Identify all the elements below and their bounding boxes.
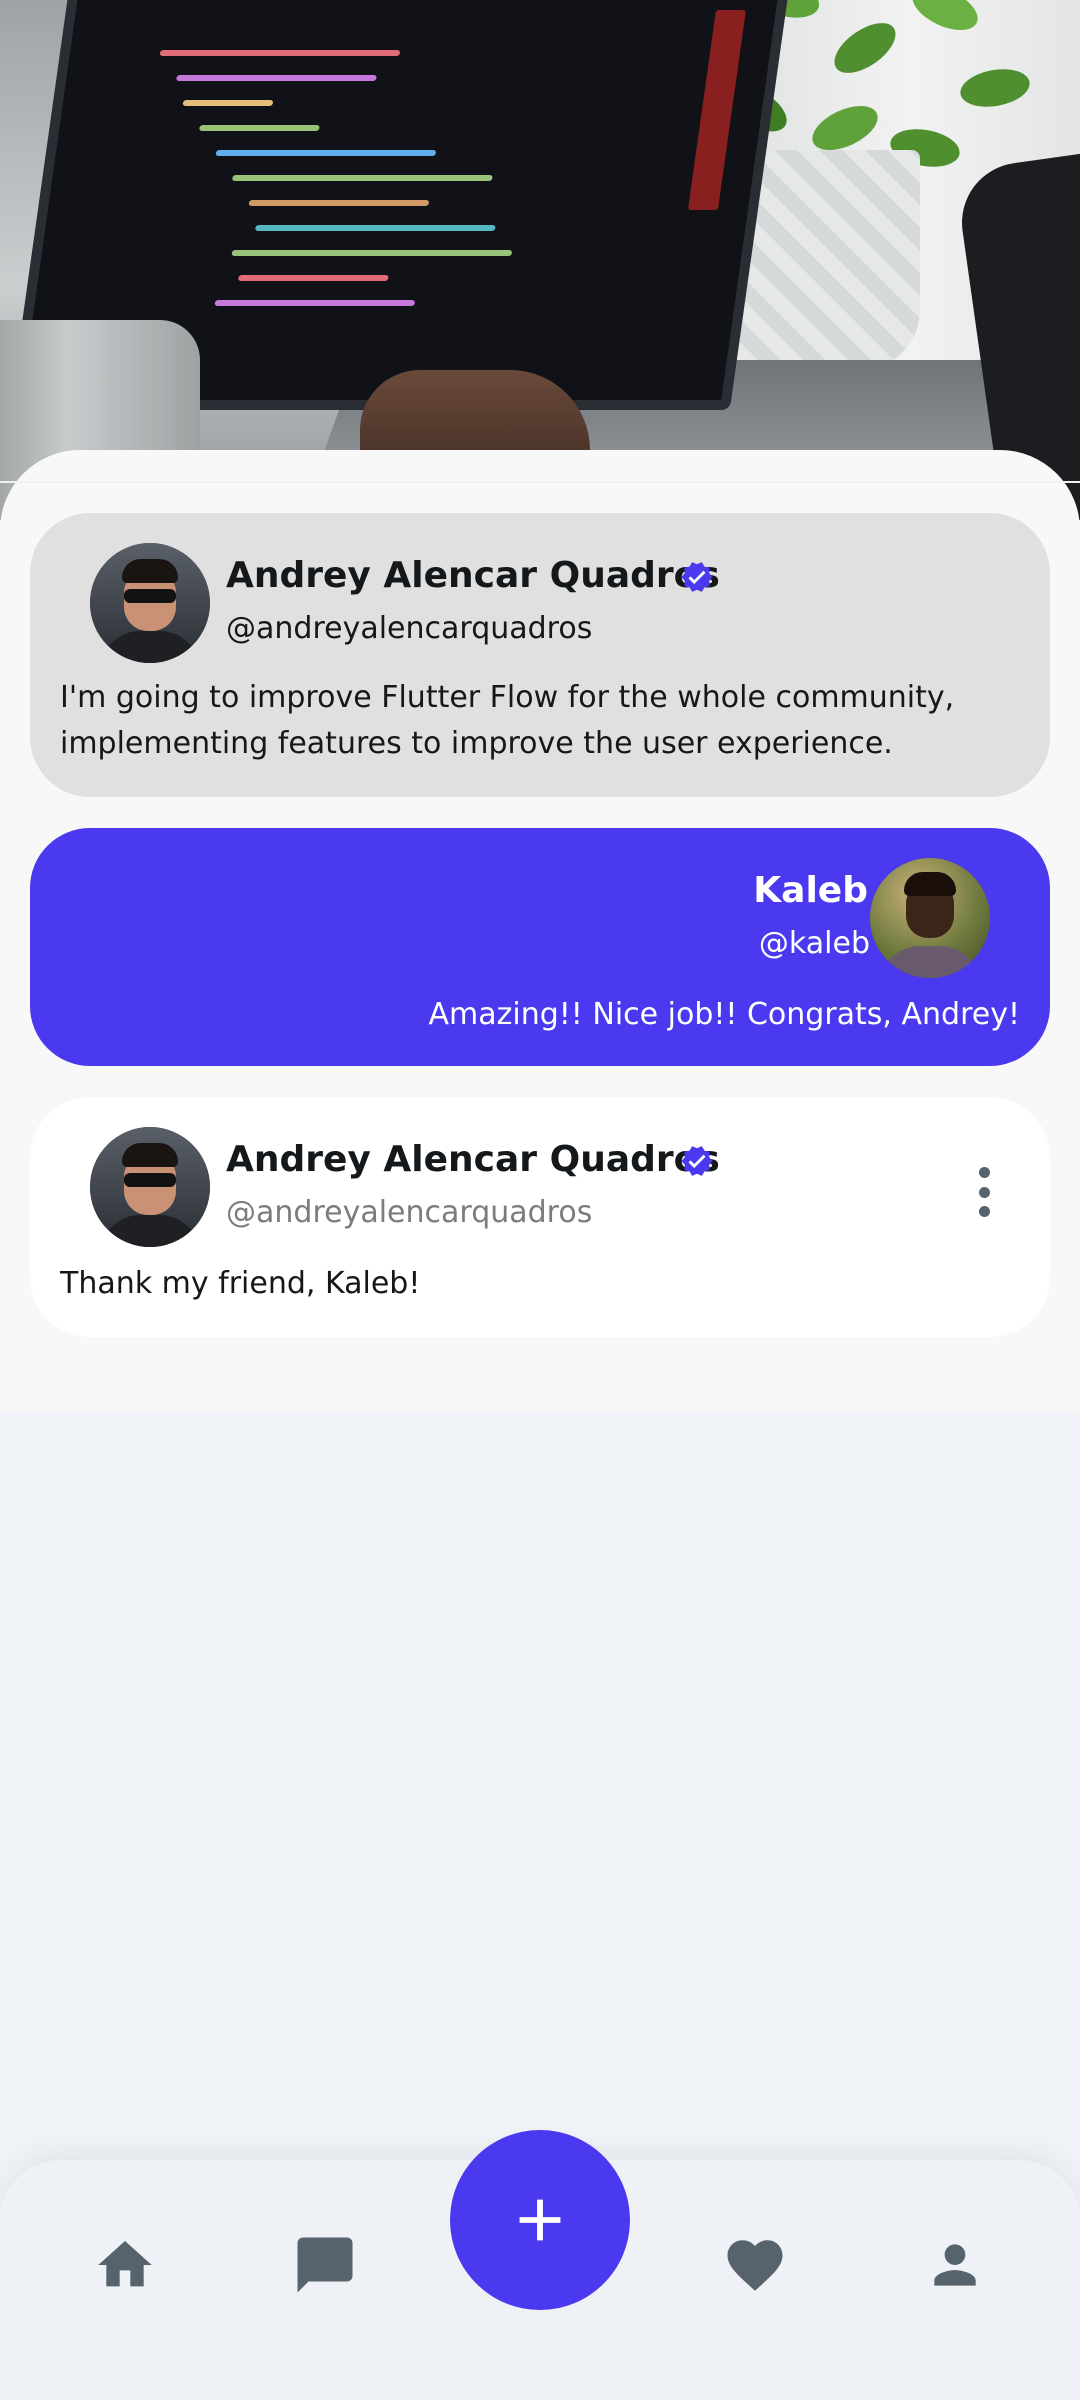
post-card[interactable]: Andrey Alencar Quadros @andreyalencarqua… xyxy=(30,513,1050,797)
post-card[interactable]: Andrey Alencar Quadros @andreyalencarqua… xyxy=(30,1097,1050,1337)
verified-badge-icon xyxy=(681,562,713,592)
chat-icon[interactable] xyxy=(290,2230,360,2300)
more-vertical-icon[interactable] xyxy=(974,1167,994,1217)
add-button[interactable] xyxy=(450,2130,630,2310)
post-author-name: Andrey Alencar Quadros xyxy=(226,555,720,596)
post-text: Amazing!! Nice job!! Congrats, Andrey! xyxy=(428,997,1020,1032)
avatar[interactable] xyxy=(90,543,210,663)
divider xyxy=(0,481,1080,483)
post-text: I'm going to improve Flutter Flow for th… xyxy=(60,680,955,761)
post-author-handle: @andreyalencarquadros xyxy=(226,611,593,646)
verified-badge-icon xyxy=(681,1146,713,1176)
avatar[interactable] xyxy=(870,858,990,978)
avatar[interactable] xyxy=(90,1127,210,1247)
post-author-name: Andrey Alencar Quadros xyxy=(226,1139,720,1180)
post-text: Thank my friend, Kaleb! xyxy=(60,1266,421,1301)
post-author-handle: @kaleb xyxy=(758,926,870,961)
post-author-name: Kaleb xyxy=(753,870,868,911)
person-icon[interactable] xyxy=(920,2230,990,2300)
home-icon[interactable] xyxy=(90,2230,160,2300)
heart-icon[interactable] xyxy=(720,2230,790,2300)
add-icon xyxy=(519,2199,561,2241)
header-image xyxy=(0,0,1080,520)
post-card[interactable]: Kaleb @kaleb Amazing!! Nice job!! Congra… xyxy=(30,828,1050,1066)
post-author-handle: @andreyalencarquadros xyxy=(226,1195,593,1230)
